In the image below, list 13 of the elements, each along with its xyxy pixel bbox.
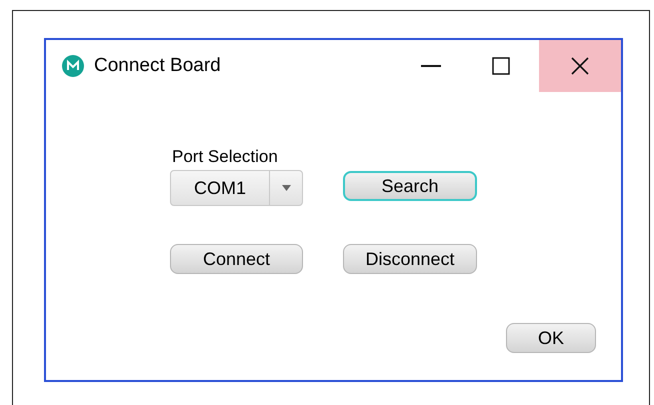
dialog-button[interactable]: Search [343, 171, 477, 201]
window-title: Connect Board [94, 54, 221, 78]
close-icon [571, 57, 589, 75]
maximize-icon [492, 57, 510, 75]
port-value: COM1 [192, 176, 247, 200]
app-logo-icon [62, 55, 84, 77]
port-dropdown[interactable]: COM1 [170, 170, 303, 206]
dialog-button[interactable]: Disconnect [343, 244, 477, 274]
minimize-icon [421, 65, 441, 67]
dropdown-arrow-icon [282, 185, 290, 191]
dialog-button[interactable]: Connect [170, 244, 303, 274]
ok-button[interactable]: OK [506, 323, 596, 353]
port-selection-label: Port Selection [172, 148, 279, 165]
